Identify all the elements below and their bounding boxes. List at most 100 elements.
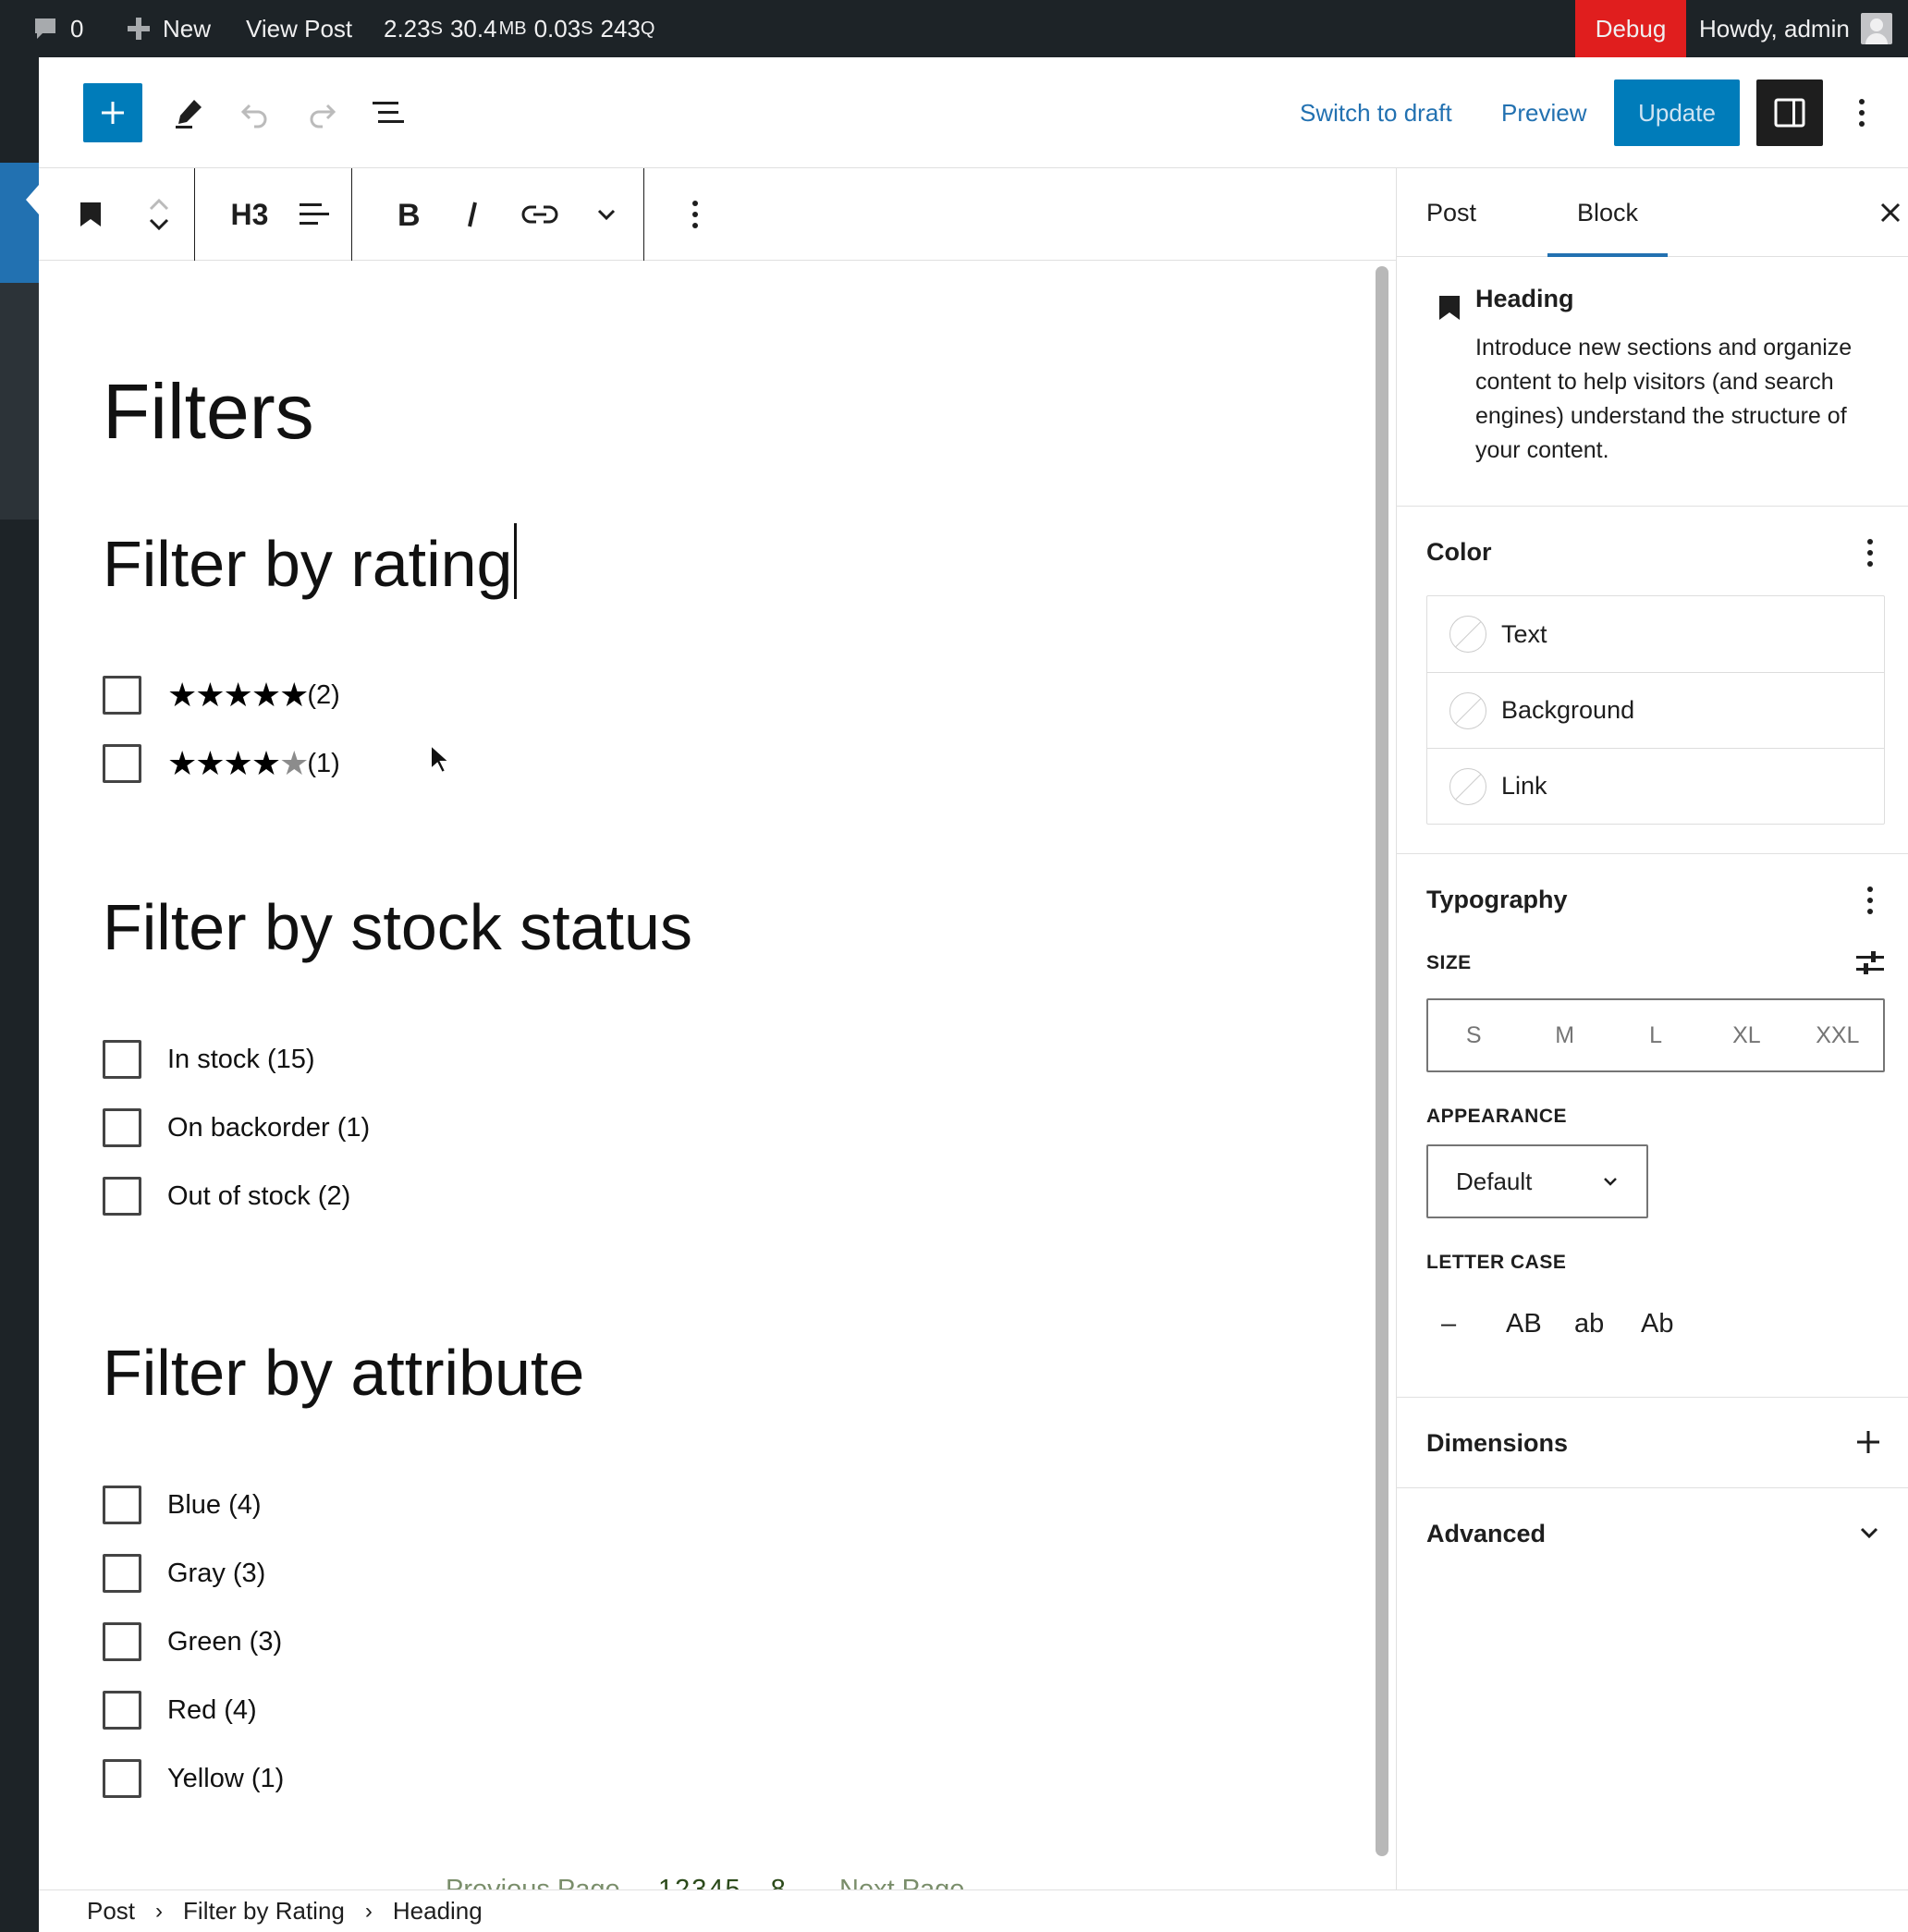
settings-sidebar: Post Block Heading Introduce new section…	[1396, 168, 1908, 1889]
four-star-rating-icon: ★★★★★	[167, 744, 309, 782]
italic-icon	[468, 202, 477, 227]
breadcrumb-post[interactable]: Post	[87, 1897, 135, 1926]
color-background-button[interactable]: Background	[1427, 672, 1884, 748]
stock-option[interactable]: On backorder (1)	[103, 1107, 370, 1148]
letter-case-none-button[interactable]: –	[1441, 1309, 1456, 1339]
italic-button[interactable]	[446, 185, 501, 244]
document-overview-button[interactable]	[361, 83, 416, 142]
size-option-m[interactable]: M	[1519, 1000, 1609, 1070]
my-account-link[interactable]: Howdy, admin	[1699, 0, 1892, 57]
tab-post[interactable]: Post	[1426, 168, 1476, 257]
color-text-button[interactable]: Text	[1427, 596, 1884, 672]
stat-queries-unit: Q	[640, 18, 655, 39]
comments-link[interactable]: 0	[31, 0, 83, 57]
rating-option[interactable]: ★★★★★ (1)	[103, 743, 340, 784]
stock-option[interactable]: Out of stock (2)	[103, 1176, 350, 1217]
letter-case-lowercase-button[interactable]: ab	[1574, 1309, 1604, 1339]
heading-level-button[interactable]: H3	[211, 185, 288, 244]
editor-canvas: Filters Filter by rating ★★★★★ (2) ★★★★★…	[39, 261, 1370, 1889]
attribute-option[interactable]: Red (4)	[103, 1690, 257, 1730]
chevron-up-icon[interactable]	[147, 196, 171, 214]
attribute-option[interactable]: Green (3)	[103, 1621, 282, 1662]
typography-options-button[interactable]	[1852, 871, 1889, 930]
color-item-label: Link	[1501, 772, 1547, 800]
block-card: Heading Introduce new sections and organ…	[1397, 257, 1908, 507]
checkbox[interactable]	[103, 1108, 141, 1147]
checkbox[interactable]	[103, 1622, 141, 1661]
more-formatting-button[interactable]	[579, 185, 634, 244]
admin-bar: 0 New View Post 2.23 S 30.4 MB 0.03 S 243 Q …	[0, 0, 1908, 57]
rating-option[interactable]: ★★★★★ (2)	[103, 675, 340, 715]
preview-button[interactable]: Preview	[1501, 83, 1586, 142]
view-post-link[interactable]: View Post	[246, 0, 352, 57]
stat-time1-unit: S	[430, 18, 443, 39]
breadcrumb-filter-by-rating[interactable]: Filter by Rating	[183, 1897, 345, 1926]
bold-button[interactable]: B	[379, 185, 434, 244]
tools-button[interactable]	[161, 83, 216, 142]
letter-case-uppercase-button[interactable]: AB	[1506, 1309, 1542, 1339]
size-option-xxl[interactable]: XXL	[1792, 1000, 1883, 1070]
align-button[interactable]	[287, 185, 342, 244]
close-sidebar-button[interactable]	[1872, 194, 1908, 231]
heading-filter-by-stock-status[interactable]: Filter by stock status	[103, 887, 692, 967]
new-content-link[interactable]: New	[126, 0, 211, 57]
block-inserter-button[interactable]	[83, 83, 142, 142]
debug-button[interactable]: Debug	[1575, 0, 1686, 57]
bold-icon: B	[398, 199, 420, 230]
undo-icon	[240, 104, 267, 128]
letter-case-capitalize-button[interactable]: Ab	[1641, 1309, 1673, 1339]
pencil-icon	[176, 100, 202, 128]
dimensions-panel[interactable]: Dimensions	[1397, 1398, 1908, 1488]
page-numbers[interactable]: 12345…8	[658, 1875, 788, 1889]
settings-toggle-button[interactable]	[1756, 79, 1823, 146]
block-toolbar: H3 B	[39, 168, 1396, 261]
checkbox[interactable]	[103, 1691, 141, 1730]
checkbox[interactable]	[103, 1759, 141, 1798]
query-monitor-stats[interactable]: 2.23 S 30.4 MB 0.03 S 243 Q	[384, 0, 654, 57]
attribute-option[interactable]: Gray (3)	[103, 1553, 265, 1594]
link-button[interactable]	[512, 185, 568, 244]
appearance-select[interactable]: Default	[1426, 1144, 1648, 1218]
plus-icon[interactable]	[1855, 1429, 1881, 1455]
attribute-option[interactable]: Blue (4)	[103, 1485, 262, 1525]
custom-size-button[interactable]	[1850, 943, 1890, 984]
more-vertical-icon	[1867, 539, 1873, 567]
options-menu-button[interactable]	[1843, 83, 1880, 142]
sidebar-icon	[1774, 98, 1805, 128]
advanced-panel[interactable]: Advanced	[1397, 1488, 1908, 1579]
block-options-button[interactable]	[667, 185, 723, 244]
close-icon	[1880, 202, 1901, 223]
tab-block[interactable]: Block	[1547, 168, 1669, 257]
size-option-xl[interactable]: XL	[1701, 1000, 1792, 1070]
next-page-link[interactable]: Next Page	[839, 1875, 964, 1889]
color-item-label: Background	[1501, 696, 1635, 724]
block-mover[interactable]	[131, 185, 187, 244]
heading-filter-by-attribute[interactable]: Filter by attribute	[103, 1333, 584, 1412]
size-option-l[interactable]: L	[1610, 1000, 1701, 1070]
redo-button[interactable]	[294, 83, 349, 142]
post-title[interactable]: Filters	[103, 361, 314, 462]
checkbox[interactable]	[103, 1554, 141, 1593]
canvas-scrollbar-thumb[interactable]	[1376, 266, 1388, 1856]
update-button[interactable]: Update	[1614, 79, 1740, 146]
size-option-s[interactable]: S	[1428, 1000, 1519, 1070]
checkbox[interactable]	[103, 1040, 141, 1079]
checkbox[interactable]	[103, 1486, 141, 1524]
color-options-button[interactable]	[1852, 523, 1889, 582]
stock-option[interactable]: In stock (15)	[103, 1039, 315, 1080]
heading-filter-by-rating[interactable]: Filter by rating	[103, 523, 518, 604]
stat-queries: 243	[600, 15, 641, 43]
attribute-option[interactable]: Yellow (1)	[103, 1758, 284, 1799]
checkbox[interactable]	[103, 1177, 141, 1216]
block-type-button[interactable]	[63, 185, 118, 244]
checkbox[interactable]	[103, 744, 141, 783]
color-item-label: Text	[1501, 619, 1547, 648]
checkbox[interactable]	[103, 676, 141, 715]
admin-menu-active-item[interactable]	[0, 163, 39, 283]
switch-to-draft-button[interactable]: Switch to draft	[1300, 83, 1452, 142]
undo-button[interactable]	[227, 83, 283, 142]
typography-panel-title: Typography	[1426, 886, 1568, 913]
color-link-button[interactable]: Link	[1427, 748, 1884, 824]
chevron-down-icon[interactable]	[147, 214, 171, 233]
previous-page-link[interactable]: Previous Page	[446, 1875, 620, 1889]
